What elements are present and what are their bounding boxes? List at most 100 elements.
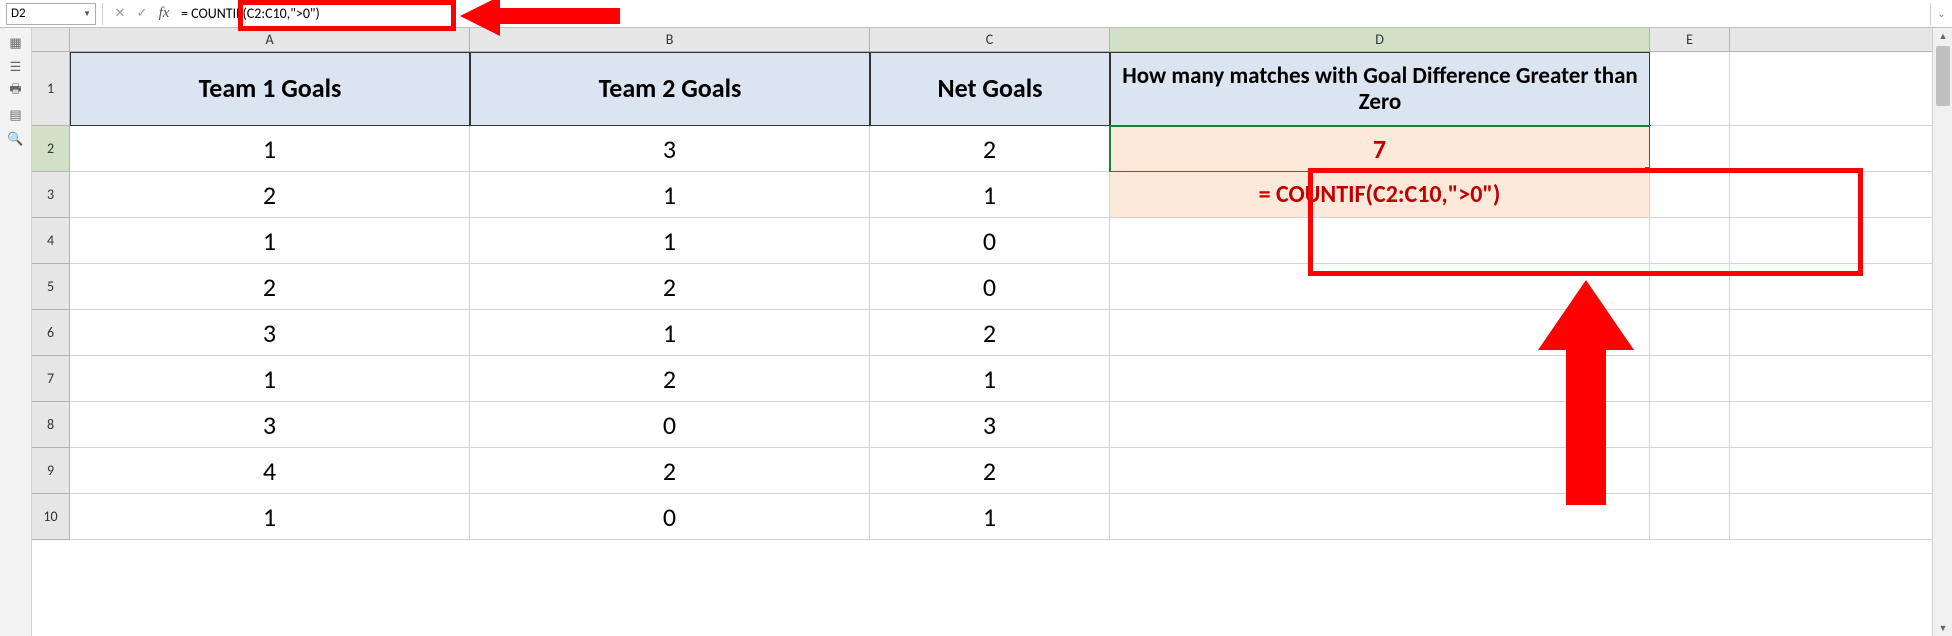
cell-extra-2[interactable]: [1730, 126, 1932, 172]
cell-C8[interactable]: 3: [870, 402, 1110, 448]
table-row: 1 1 0: [70, 218, 1932, 264]
cell-C2[interactable]: 2: [870, 126, 1110, 172]
cell-extra-9[interactable]: [1730, 448, 1932, 494]
cell-D3[interactable]: = COUNTIF(C2:C10,">0"): [1110, 172, 1650, 218]
cell-A10[interactable]: 1: [70, 494, 470, 540]
insert-function-button[interactable]: fx: [153, 3, 175, 25]
cell-B4[interactable]: 1: [470, 218, 870, 264]
row-header-3[interactable]: 3: [32, 172, 70, 218]
cell-D7[interactable]: [1110, 356, 1650, 402]
row-header-8[interactable]: 8: [32, 402, 70, 448]
cell-C7[interactable]: 1: [870, 356, 1110, 402]
cell-A2[interactable]: 1: [70, 126, 470, 172]
cell-E7[interactable]: [1650, 356, 1730, 402]
cell-extra-8[interactable]: [1730, 402, 1932, 448]
pane-icon-2[interactable]: ☰: [7, 60, 25, 74]
cell-A7[interactable]: 1: [70, 356, 470, 402]
row-header-10[interactable]: 10: [32, 494, 70, 540]
row-header-9[interactable]: 9: [32, 448, 70, 494]
cell-B10[interactable]: 0: [470, 494, 870, 540]
cell-C9[interactable]: 2: [870, 448, 1110, 494]
cells-area: Team 1 Goals Team 2 Goals Net Goals How …: [70, 52, 1932, 540]
cell-extra-5[interactable]: [1730, 264, 1932, 310]
col-header-A[interactable]: A: [70, 28, 470, 52]
header-cell-B1[interactable]: Team 2 Goals: [470, 52, 870, 126]
row-header-2[interactable]: 2: [32, 126, 70, 172]
cell-B2[interactable]: 3: [470, 126, 870, 172]
cell-A6[interactable]: 3: [70, 310, 470, 356]
scroll-down-arrow-icon[interactable]: ▼: [1933, 620, 1952, 636]
cell-D8[interactable]: [1110, 402, 1650, 448]
col-header-extra[interactable]: [1730, 28, 1932, 52]
cell-E3[interactable]: [1650, 172, 1730, 218]
cell-B7[interactable]: 2: [470, 356, 870, 402]
pane-icon-5[interactable]: 🔍: [7, 132, 25, 146]
cell-E9[interactable]: [1650, 448, 1730, 494]
row-header-4[interactable]: 4: [32, 218, 70, 264]
cell-extra-1[interactable]: [1730, 52, 1932, 126]
cell-D5[interactable]: [1110, 264, 1650, 310]
scroll-up-arrow-icon[interactable]: ▲: [1933, 28, 1952, 44]
cell-E10[interactable]: [1650, 494, 1730, 540]
header-cell-C1[interactable]: Net Goals: [870, 52, 1110, 126]
cell-E8[interactable]: [1650, 402, 1730, 448]
col-header-C[interactable]: C: [870, 28, 1110, 52]
vertical-scrollbar[interactable]: ▲ ▼: [1932, 28, 1952, 636]
table-row: 2 1 1 = COUNTIF(C2:C10,">0"): [70, 172, 1932, 218]
name-box-value: D2: [11, 6, 26, 21]
col-header-B[interactable]: B: [470, 28, 870, 52]
col-header-E[interactable]: E: [1650, 28, 1730, 52]
expand-formula-bar-button[interactable]: ⌄: [1930, 3, 1952, 25]
cell-E5[interactable]: [1650, 264, 1730, 310]
cell-D6[interactable]: [1110, 310, 1650, 356]
enter-formula-button[interactable]: ✓: [131, 3, 153, 25]
cell-D4[interactable]: [1110, 218, 1650, 264]
cell-A5[interactable]: 2: [70, 264, 470, 310]
pane-icon-1[interactable]: ▦: [7, 36, 25, 50]
cell-A8[interactable]: 3: [70, 402, 470, 448]
cell-B6[interactable]: 1: [470, 310, 870, 356]
cell-D9[interactable]: [1110, 448, 1650, 494]
cell-A9[interactable]: 4: [70, 448, 470, 494]
cell-A4[interactable]: 1: [70, 218, 470, 264]
row-header-1[interactable]: 1: [32, 52, 70, 126]
row-header-7[interactable]: 7: [32, 356, 70, 402]
cell-D10[interactable]: [1110, 494, 1650, 540]
cell-E4[interactable]: [1650, 218, 1730, 264]
table-row: Team 1 Goals Team 2 Goals Net Goals How …: [70, 52, 1932, 126]
select-all-corner[interactable]: [32, 28, 70, 52]
cell-extra-3[interactable]: [1730, 172, 1932, 218]
formula-input[interactable]: [175, 3, 1930, 25]
row-header-5[interactable]: 5: [32, 264, 70, 310]
cell-C4[interactable]: 0: [870, 218, 1110, 264]
scroll-thumb[interactable]: [1936, 46, 1950, 106]
cell-extra-7[interactable]: [1730, 356, 1932, 402]
pane-icon-4[interactable]: ▤: [7, 108, 25, 122]
cell-B9[interactable]: 2: [470, 448, 870, 494]
cell-E1[interactable]: [1650, 52, 1730, 126]
cell-B8[interactable]: 0: [470, 402, 870, 448]
cell-E2[interactable]: [1650, 126, 1730, 172]
cell-C5[interactable]: 0: [870, 264, 1110, 310]
name-box[interactable]: D2 ▼: [6, 3, 96, 25]
table-row: 3 1 2: [70, 310, 1932, 356]
cell-E6[interactable]: [1650, 310, 1730, 356]
header-cell-D1[interactable]: How many matches with Goal Difference Gr…: [1110, 52, 1650, 126]
cell-C10[interactable]: 1: [870, 494, 1110, 540]
col-header-D[interactable]: D: [1110, 28, 1650, 52]
cell-extra-6[interactable]: [1730, 310, 1932, 356]
spreadsheet-grid[interactable]: A B C D E 1 2 3 4 5 6 7 8 9 10 Team 1 Go…: [32, 28, 1932, 636]
cell-B3[interactable]: 1: [470, 172, 870, 218]
header-cell-A1[interactable]: Team 1 Goals: [70, 52, 470, 126]
cell-extra-10[interactable]: [1730, 494, 1932, 540]
chevron-down-icon[interactable]: ▼: [83, 9, 91, 19]
row-header-6[interactable]: 6: [32, 310, 70, 356]
cancel-formula-button[interactable]: ✕: [109, 3, 131, 25]
cell-D2[interactable]: 7: [1110, 126, 1650, 172]
cell-C6[interactable]: 2: [870, 310, 1110, 356]
cell-B5[interactable]: 2: [470, 264, 870, 310]
cell-extra-4[interactable]: [1730, 218, 1932, 264]
cell-C3[interactable]: 1: [870, 172, 1110, 218]
pane-icon-3[interactable]: 🖶: [7, 84, 25, 98]
cell-A3[interactable]: 2: [70, 172, 470, 218]
